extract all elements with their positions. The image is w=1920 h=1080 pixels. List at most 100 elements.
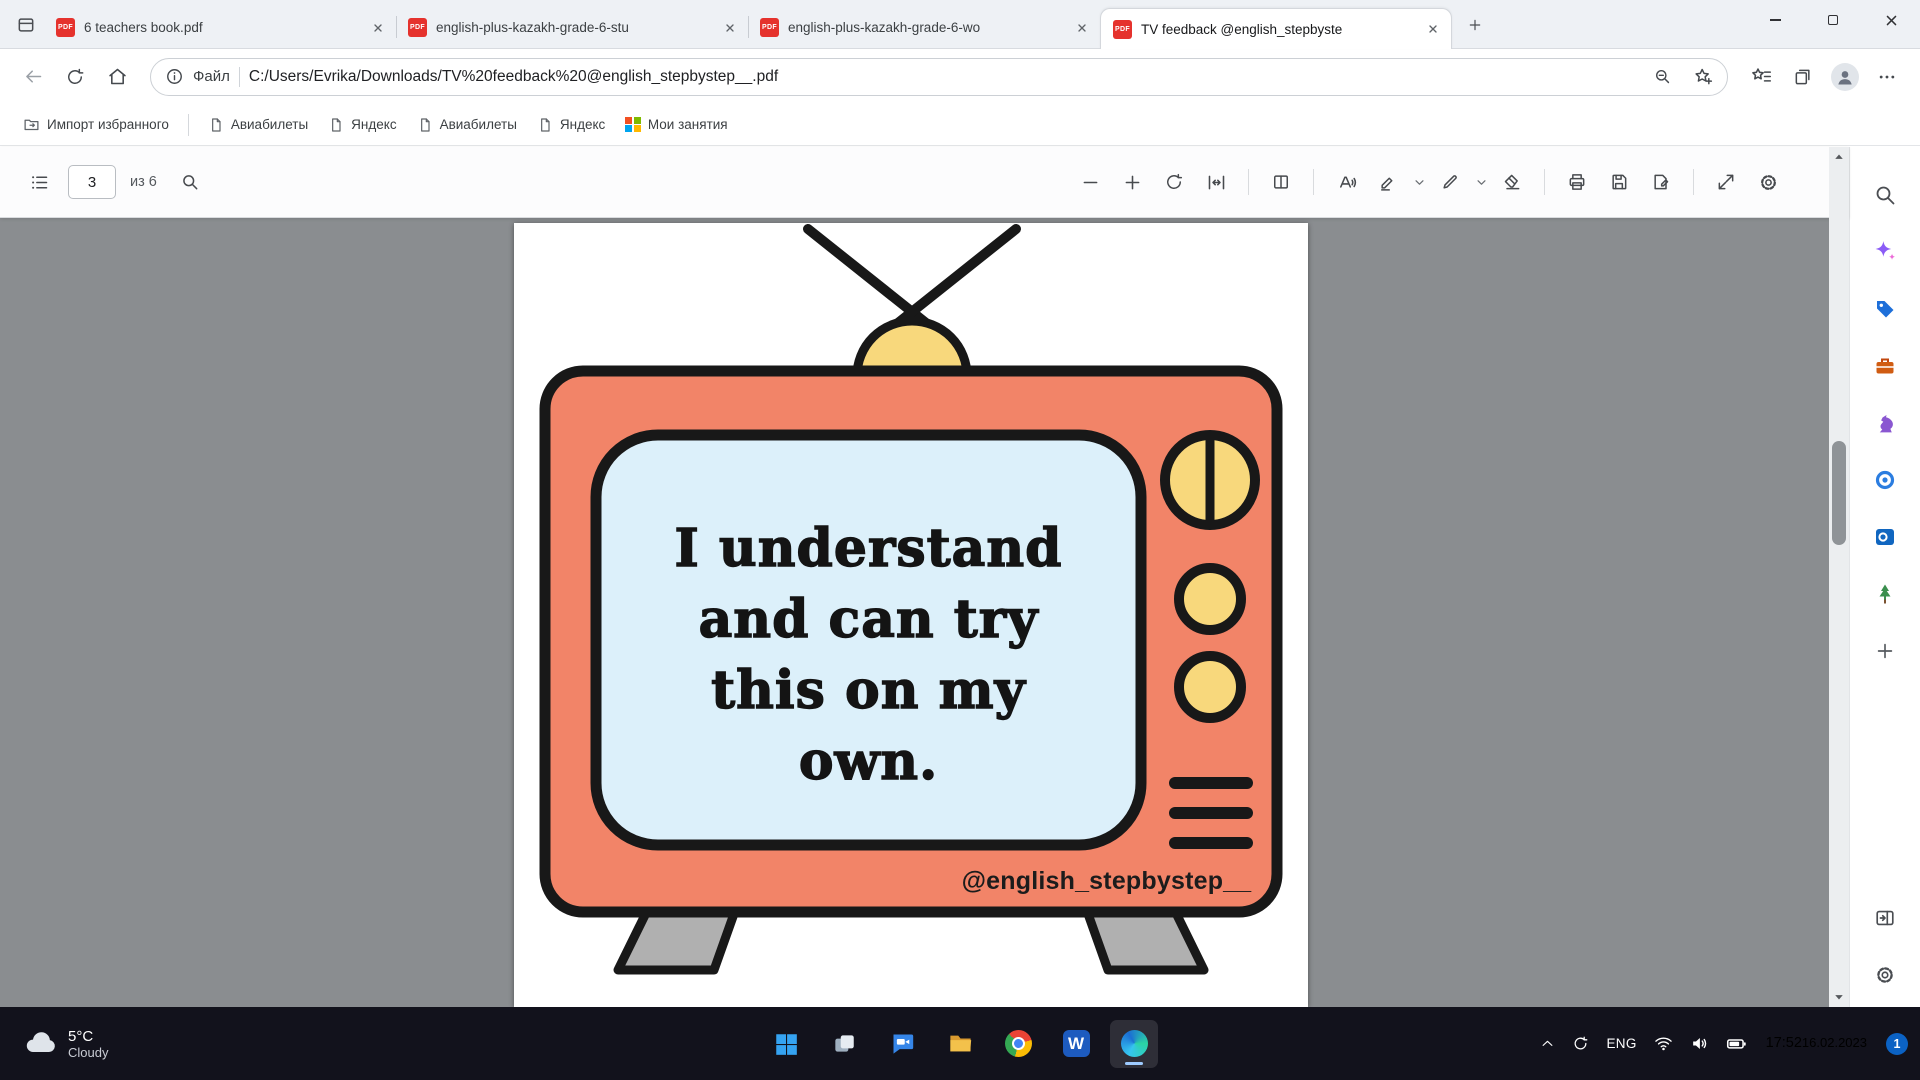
tab-close-icon[interactable] bbox=[1072, 18, 1092, 38]
save-icon[interactable] bbox=[1600, 163, 1638, 201]
close-icon[interactable] bbox=[1862, 0, 1920, 40]
bookmarks-bar: Импорт избранного Авиабилеты Яндекс Авиа… bbox=[0, 104, 1920, 146]
language-indicator[interactable]: ENG bbox=[1604, 1022, 1638, 1066]
page-icon bbox=[208, 117, 224, 133]
new-tab-icon[interactable] bbox=[1458, 8, 1492, 42]
minimize-icon[interactable] bbox=[1746, 0, 1804, 40]
tab-title: 6 teachers book.pdf bbox=[84, 20, 359, 35]
taskbar-apps: W bbox=[762, 1007, 1158, 1080]
zoom-out-icon[interactable] bbox=[1646, 61, 1678, 93]
tv-leg-left bbox=[618, 911, 735, 970]
zoom-out-icon[interactable] bbox=[1071, 163, 1109, 201]
pdf-file-icon: PDF bbox=[408, 18, 427, 37]
file-explorer-button[interactable] bbox=[936, 1020, 984, 1068]
address-bar[interactable]: Файл C:/Users/Evrika/Downloads/TV%20feed… bbox=[150, 58, 1728, 96]
highlight-icon[interactable] bbox=[1369, 163, 1407, 201]
sidebar-search-icon[interactable] bbox=[1865, 179, 1905, 211]
tray-chevron-up-icon[interactable] bbox=[1538, 1022, 1557, 1066]
sidebar-add-icon[interactable] bbox=[1865, 635, 1905, 667]
wifi-icon[interactable] bbox=[1652, 1022, 1675, 1066]
save-as-icon[interactable] bbox=[1642, 163, 1680, 201]
scroll-up-icon[interactable] bbox=[1829, 147, 1849, 167]
clock[interactable]: 17:52 16.02.2023 bbox=[1762, 1034, 1867, 1053]
tab-close-icon[interactable] bbox=[1423, 19, 1443, 39]
sidebar-settings-gear-icon[interactable] bbox=[1865, 959, 1905, 991]
tab-actions-menu-icon[interactable] bbox=[8, 6, 44, 44]
profile-avatar[interactable] bbox=[1826, 58, 1864, 96]
bookmark-item[interactable]: Яндекс bbox=[528, 112, 614, 138]
page-number-input[interactable] bbox=[68, 165, 116, 199]
sync-update-icon[interactable] bbox=[1570, 1022, 1591, 1066]
add-favorite-star-icon[interactable] bbox=[1687, 61, 1719, 93]
fit-to-width-icon[interactable] bbox=[1197, 163, 1235, 201]
time-text: 17:52 bbox=[1766, 1034, 1802, 1053]
print-icon[interactable] bbox=[1558, 163, 1596, 201]
favorites-icon[interactable] bbox=[1742, 58, 1780, 96]
chrome-button[interactable] bbox=[994, 1020, 1042, 1068]
rotate-icon[interactable] bbox=[1155, 163, 1193, 201]
back-icon[interactable] bbox=[14, 58, 52, 96]
table-of-contents-icon[interactable] bbox=[20, 163, 58, 201]
home-icon[interactable] bbox=[98, 58, 136, 96]
weather-widget[interactable]: 5°C Cloudy bbox=[14, 1007, 118, 1080]
office-briefcase-icon[interactable] bbox=[1865, 350, 1905, 382]
games-knight-icon[interactable] bbox=[1865, 407, 1905, 439]
weather-temperature: 5°C bbox=[68, 1028, 108, 1045]
outlook-icon[interactable] bbox=[1865, 521, 1905, 553]
tab-title: TV feedback @english_stepbyste bbox=[1141, 22, 1414, 37]
fullscreen-icon[interactable] bbox=[1707, 163, 1745, 201]
instagram-handle: @english_stepbystep__ bbox=[934, 867, 1279, 896]
draw-options-chevron-icon[interactable] bbox=[1473, 163, 1489, 201]
collections-icon[interactable] bbox=[1784, 58, 1822, 96]
browser-tab-active[interactable]: PDF TV feedback @english_stepbyste bbox=[1100, 8, 1452, 49]
tab-close-icon[interactable] bbox=[720, 18, 740, 38]
browser-tab[interactable]: PDF english-plus-kazakh-grade-6-wo bbox=[748, 7, 1100, 48]
maximize-icon[interactable] bbox=[1804, 0, 1862, 40]
word-button[interactable]: W bbox=[1052, 1020, 1100, 1068]
notification-count-badge[interactable]: 1 bbox=[1886, 1033, 1908, 1055]
task-view-button[interactable] bbox=[820, 1020, 868, 1068]
scrollbar-thumb[interactable] bbox=[1832, 441, 1846, 545]
edge-icon bbox=[1121, 1030, 1148, 1057]
tv-antenna bbox=[808, 229, 1016, 323]
browser-tab[interactable]: PDF 6 teachers book.pdf bbox=[44, 7, 396, 48]
sidebar-panel-icon[interactable] bbox=[1865, 902, 1905, 934]
url-text: C:/Users/Evrika/Downloads/TV%20feedback%… bbox=[249, 68, 1637, 86]
pdf-scrollbar[interactable] bbox=[1829, 147, 1849, 1007]
folder-icon bbox=[947, 1030, 974, 1057]
read-aloud-icon[interactable] bbox=[1327, 163, 1365, 201]
shopping-tag-icon[interactable] bbox=[1865, 293, 1905, 325]
search-icon[interactable] bbox=[171, 163, 209, 201]
pdf-settings-gear-icon[interactable] bbox=[1749, 163, 1787, 201]
page-view-icon[interactable] bbox=[1262, 163, 1300, 201]
copilot-sparkle-icon[interactable] bbox=[1865, 236, 1905, 268]
bookmarks-divider bbox=[188, 114, 189, 136]
tree-icon[interactable] bbox=[1865, 578, 1905, 610]
bookmark-item[interactable]: Авиабилеты bbox=[199, 112, 317, 138]
site-info-icon[interactable] bbox=[165, 67, 184, 86]
refresh-icon[interactable] bbox=[56, 58, 94, 96]
bookmark-import-favorites[interactable]: Импорт избранного bbox=[14, 111, 178, 138]
edge-sidebar bbox=[1849, 147, 1920, 1007]
chat-button[interactable] bbox=[878, 1020, 926, 1068]
start-button[interactable] bbox=[762, 1020, 810, 1068]
bookmark-my-classes[interactable]: Мои занятия bbox=[616, 112, 736, 138]
bookmark-item[interactable]: Яндекс bbox=[319, 112, 405, 138]
tv-screen-text: I understand and can try this on my own. bbox=[596, 513, 1141, 797]
zoom-in-icon[interactable] bbox=[1113, 163, 1151, 201]
browser-content: из 6 bbox=[0, 147, 1920, 1007]
bookmark-item[interactable]: Авиабилеты bbox=[408, 112, 526, 138]
settings-menu-icon[interactable] bbox=[1868, 58, 1906, 96]
edge-button-active[interactable] bbox=[1110, 1020, 1158, 1068]
browser-tab[interactable]: PDF english-plus-kazakh-grade-6-stu bbox=[396, 7, 748, 48]
battery-icon[interactable] bbox=[1724, 1022, 1749, 1066]
designer-swirl-icon[interactable] bbox=[1865, 464, 1905, 496]
pdf-content-area[interactable]: I understand and can try this on my own.… bbox=[0, 218, 1849, 1007]
eraser-icon[interactable] bbox=[1493, 163, 1531, 201]
tab-close-icon[interactable] bbox=[368, 18, 388, 38]
scroll-down-icon[interactable] bbox=[1829, 987, 1849, 1007]
highlight-options-chevron-icon[interactable] bbox=[1411, 163, 1427, 201]
pdf-file-icon: PDF bbox=[56, 18, 75, 37]
draw-pen-icon[interactable] bbox=[1431, 163, 1469, 201]
volume-icon[interactable] bbox=[1688, 1022, 1711, 1066]
